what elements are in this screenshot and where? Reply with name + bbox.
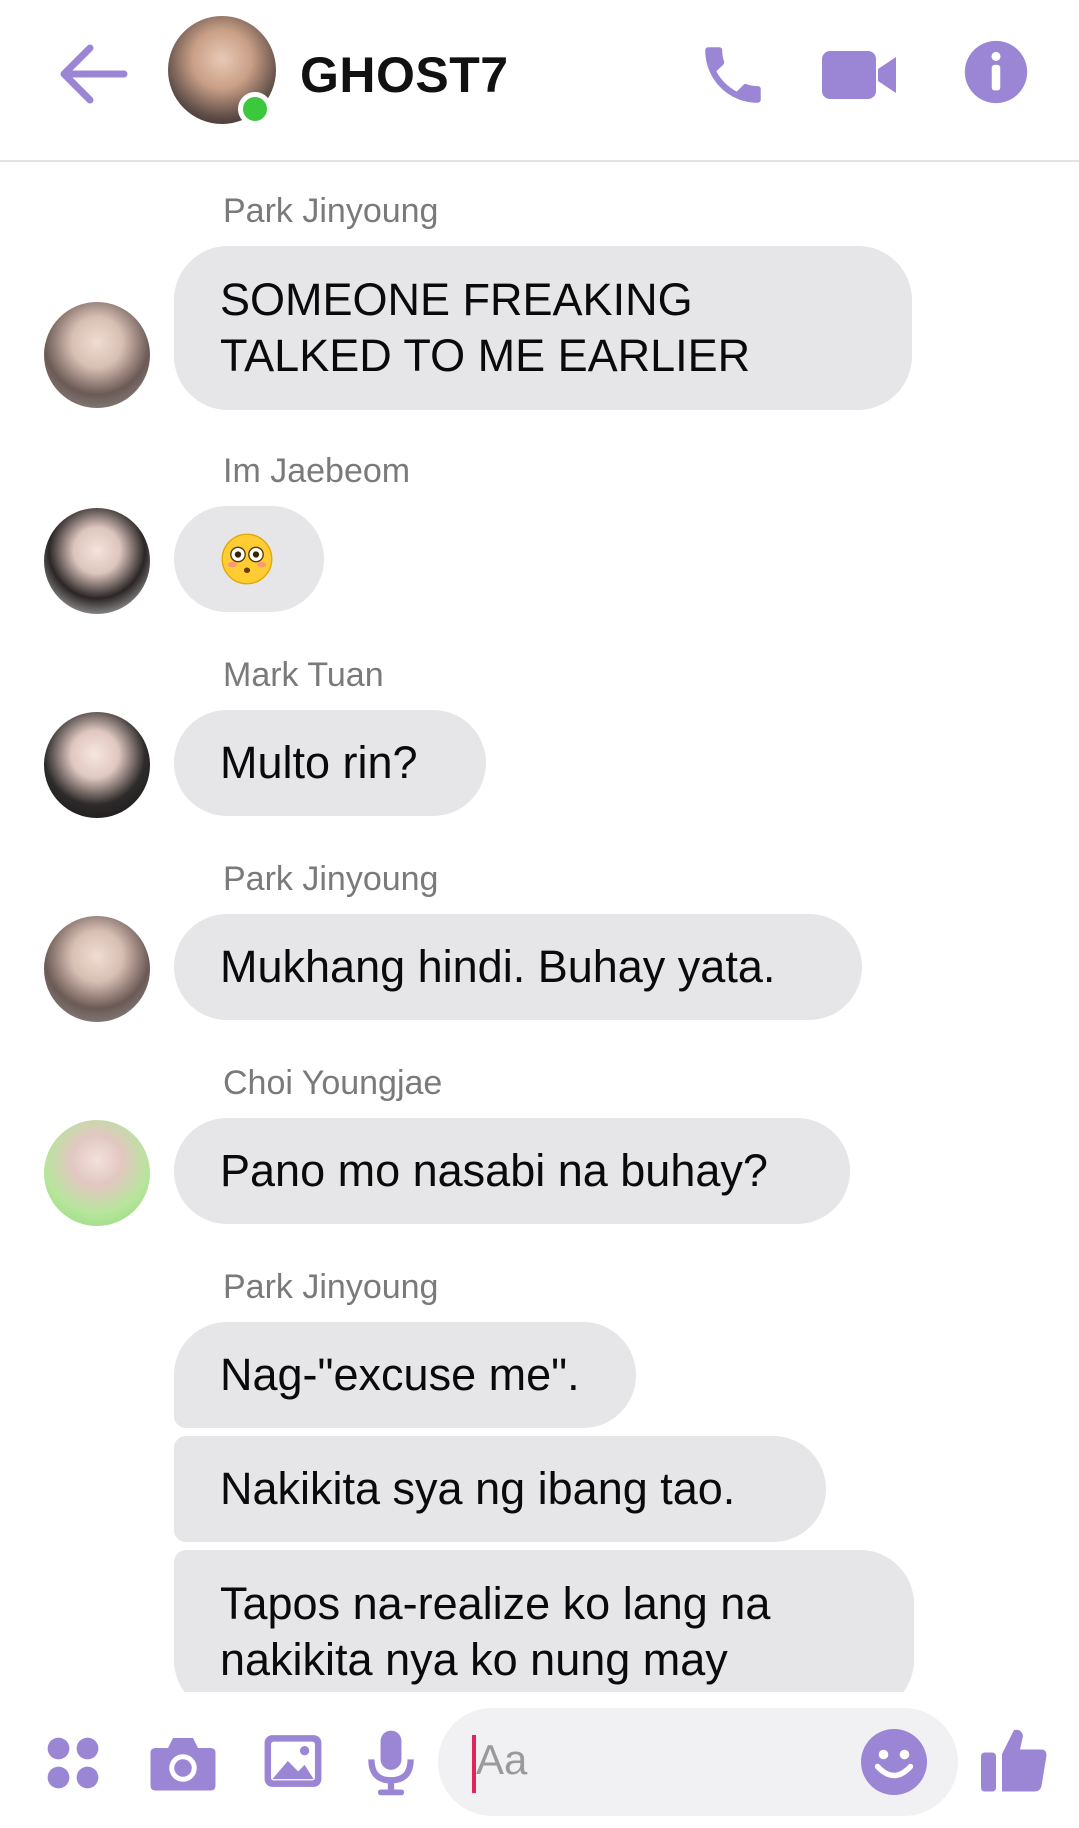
sender-name: Park Jinyoung xyxy=(223,192,439,230)
message-bubble[interactable]: Mukhang hindi. Buhay yata. xyxy=(174,914,862,1020)
message-bubble[interactable]: Multo rin? xyxy=(174,710,486,816)
back-arrow-icon[interactable] xyxy=(58,38,130,110)
info-icon[interactable] xyxy=(962,38,1030,106)
message-bubble[interactable]: SOMEONE FREAKING TALKED TO ME EARLIER xyxy=(174,246,912,410)
avatar[interactable] xyxy=(44,508,150,614)
avatar[interactable] xyxy=(44,1120,150,1226)
sender-name: Choi Youngjae xyxy=(223,1064,443,1102)
online-status-dot xyxy=(238,92,272,126)
thumbs-up-icon[interactable] xyxy=(978,1722,1050,1798)
sender-name: Park Jinyoung xyxy=(223,860,439,898)
phone-icon[interactable] xyxy=(696,38,770,112)
sender-name: Mark Tuan xyxy=(223,656,384,694)
chat-header: GHOST7 xyxy=(0,0,1079,162)
message-bubble[interactable] xyxy=(174,506,324,612)
image-icon[interactable] xyxy=(262,1730,324,1792)
video-camera-icon[interactable] xyxy=(820,38,900,112)
sender-name: Park Jinyoung xyxy=(223,1268,439,1306)
chat-title[interactable]: GHOST7 xyxy=(300,46,509,104)
avatar[interactable] xyxy=(44,302,150,408)
microphone-icon[interactable] xyxy=(364,1728,418,1796)
flushed-face-emoji xyxy=(221,533,273,585)
avatar[interactable] xyxy=(44,916,150,1022)
composer-bar: Aa xyxy=(0,1692,1079,1828)
four-dots-icon[interactable] xyxy=(44,1734,102,1792)
message-input-placeholder: Aa xyxy=(476,1736,528,1783)
message-list[interactable]: Park Jinyoung SOMEONE FREAKING TALKED TO… xyxy=(0,162,1079,1692)
smiley-icon[interactable] xyxy=(858,1726,930,1798)
sender-name: Im Jaebeom xyxy=(223,452,411,490)
message-bubble[interactable]: Tapos na-realize ko lang na nakikita nya… xyxy=(174,1550,914,1692)
message-bubble[interactable]: Nag-"excuse me". xyxy=(174,1322,636,1428)
avatar[interactable] xyxy=(44,712,150,818)
message-bubble[interactable]: Pano mo nasabi na buhay? xyxy=(174,1118,850,1224)
camera-icon[interactable] xyxy=(148,1732,218,1794)
message-bubble[interactable]: Nakikita sya ng ibang tao. xyxy=(174,1436,826,1542)
